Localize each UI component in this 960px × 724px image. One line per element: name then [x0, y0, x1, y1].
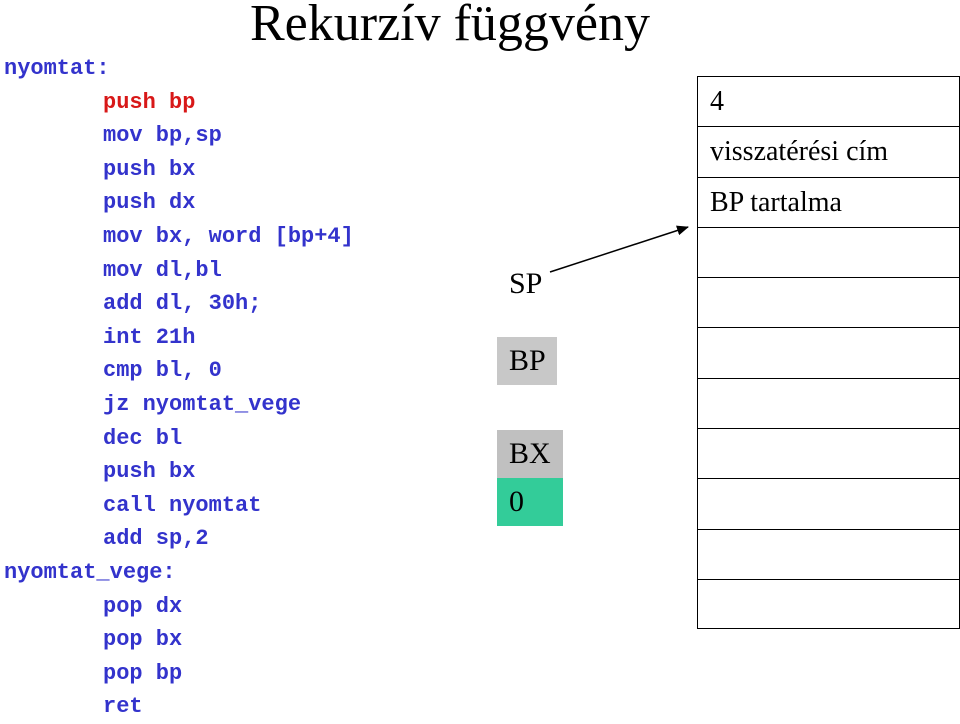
code-line: push bp — [103, 89, 196, 115]
stack-cell — [698, 327, 959, 377]
bx-value-box: 0 — [497, 478, 563, 526]
code-line: call nyomtat — [103, 492, 262, 518]
code-line: add dl, 30h; — [103, 291, 262, 317]
stack-cell: 4 — [698, 76, 959, 126]
stack-diagram: 4 visszatérési cím BP tartalma — [697, 76, 960, 630]
code-line: mov bp,sp — [103, 123, 222, 149]
sp-register-label: SP — [497, 260, 557, 308]
stack-cell — [698, 528, 959, 579]
stack-cell: BP tartalma — [698, 176, 959, 227]
code-line: cmp bl, 0 — [103, 358, 222, 384]
stack-cell — [698, 377, 959, 428]
code-listing: nyomtat: push bp mov bp,sp push bx push dx mo… — [0, 52, 354, 724]
stack-cell — [698, 277, 959, 327]
stack-cell — [698, 478, 959, 528]
code-line: push dx — [103, 190, 196, 216]
code-line: pop dx — [103, 593, 183, 619]
stack-cell: visszatérési cím — [698, 126, 959, 176]
code-line: add sp,2 — [103, 526, 209, 552]
stack-cell — [698, 226, 959, 277]
bp-register-box: BP — [497, 337, 557, 385]
code-label: nyomtat_vege: — [4, 559, 176, 585]
code-line: pop bp — [103, 660, 183, 686]
code-label: nyomtat: — [4, 56, 110, 81]
code-line: int 21h — [103, 324, 196, 350]
code-line: mov bx, word [bp+4] — [103, 223, 354, 249]
page-title: Rekurzív függvény — [250, 0, 651, 52]
code-line: push bx — [103, 156, 196, 182]
stack-cell — [698, 578, 959, 630]
bx-register-box: BX — [497, 430, 563, 478]
sp-arrow-line — [549, 225, 689, 273]
code-line: mov dl,bl — [103, 257, 222, 283]
code-line: jz nyomtat_vege — [103, 391, 302, 417]
stack-cell — [698, 428, 959, 478]
code-line: dec bl — [103, 425, 183, 451]
code-line: pop bx — [103, 627, 183, 653]
code-line: ret — [103, 694, 143, 720]
code-line: push bx — [103, 459, 196, 485]
